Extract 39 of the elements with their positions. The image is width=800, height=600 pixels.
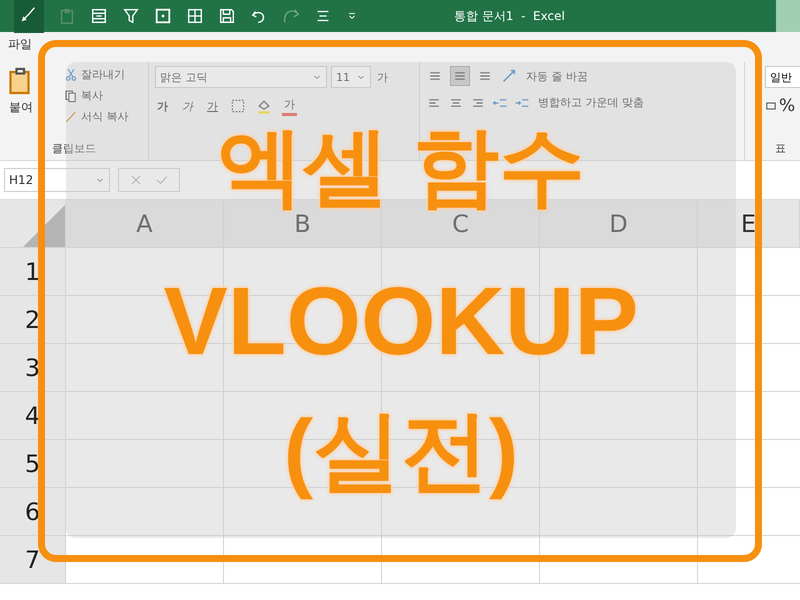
ribbon-tab[interactable]: 파일 [4, 36, 36, 62]
format-painter-button[interactable]: 서식 복사 [62, 108, 130, 125]
italic-button[interactable]: 가 [180, 98, 195, 114]
overlay-headline: VLOOKUP [164, 274, 638, 370]
caret-icon[interactable] [346, 10, 358, 22]
name-box[interactable]: H12 [4, 168, 110, 192]
column-header[interactable]: A [66, 200, 224, 248]
clipboard-icon [58, 7, 76, 25]
font-size-field[interactable]: 11 [331, 66, 371, 88]
bold-button[interactable]: 가 [155, 98, 170, 114]
group-label: 표 [774, 141, 787, 157]
wrap-text-button[interactable]: 자동 줄 바꿈 [524, 68, 590, 84]
redo-icon [282, 7, 300, 25]
copy-button[interactable]: 복사 [62, 87, 130, 104]
grow-font-button[interactable]: 가 [375, 68, 390, 86]
merge-center-button[interactable]: 병합하고 가운데 맞춤 [536, 94, 646, 111]
fill-color-icon[interactable] [256, 98, 272, 114]
font-color-button[interactable]: 가 [282, 96, 297, 116]
scissors-icon [64, 68, 78, 82]
currency-icon[interactable] [765, 100, 777, 112]
copy-icon [64, 88, 78, 102]
percent-button[interactable]: % [779, 96, 796, 116]
number-format-field[interactable]: 일반 [765, 66, 800, 88]
row-header[interactable]: 7 [0, 536, 66, 584]
filter-icon[interactable] [122, 7, 140, 25]
paste-button[interactable]: 붙여 [6, 66, 36, 116]
save-icon[interactable] [218, 7, 236, 25]
cut-button[interactable]: 잘라내기 [62, 66, 130, 83]
font-name-field[interactable]: 맑은 고딕 [155, 66, 327, 88]
select-all-icon[interactable] [23, 205, 65, 247]
overlay-headline: (실전) [284, 400, 518, 502]
cell-grid[interactable] [66, 248, 800, 584]
form-icon[interactable] [90, 7, 108, 25]
border-icon[interactable] [230, 98, 246, 114]
grid-icon[interactable] [186, 7, 204, 25]
group-label: 클립보드 [51, 141, 97, 157]
window-title: 통합 문서1 - Excel [454, 8, 565, 24]
column-header[interactable]: E [698, 200, 800, 248]
underline-button[interactable]: 가 [205, 98, 220, 114]
